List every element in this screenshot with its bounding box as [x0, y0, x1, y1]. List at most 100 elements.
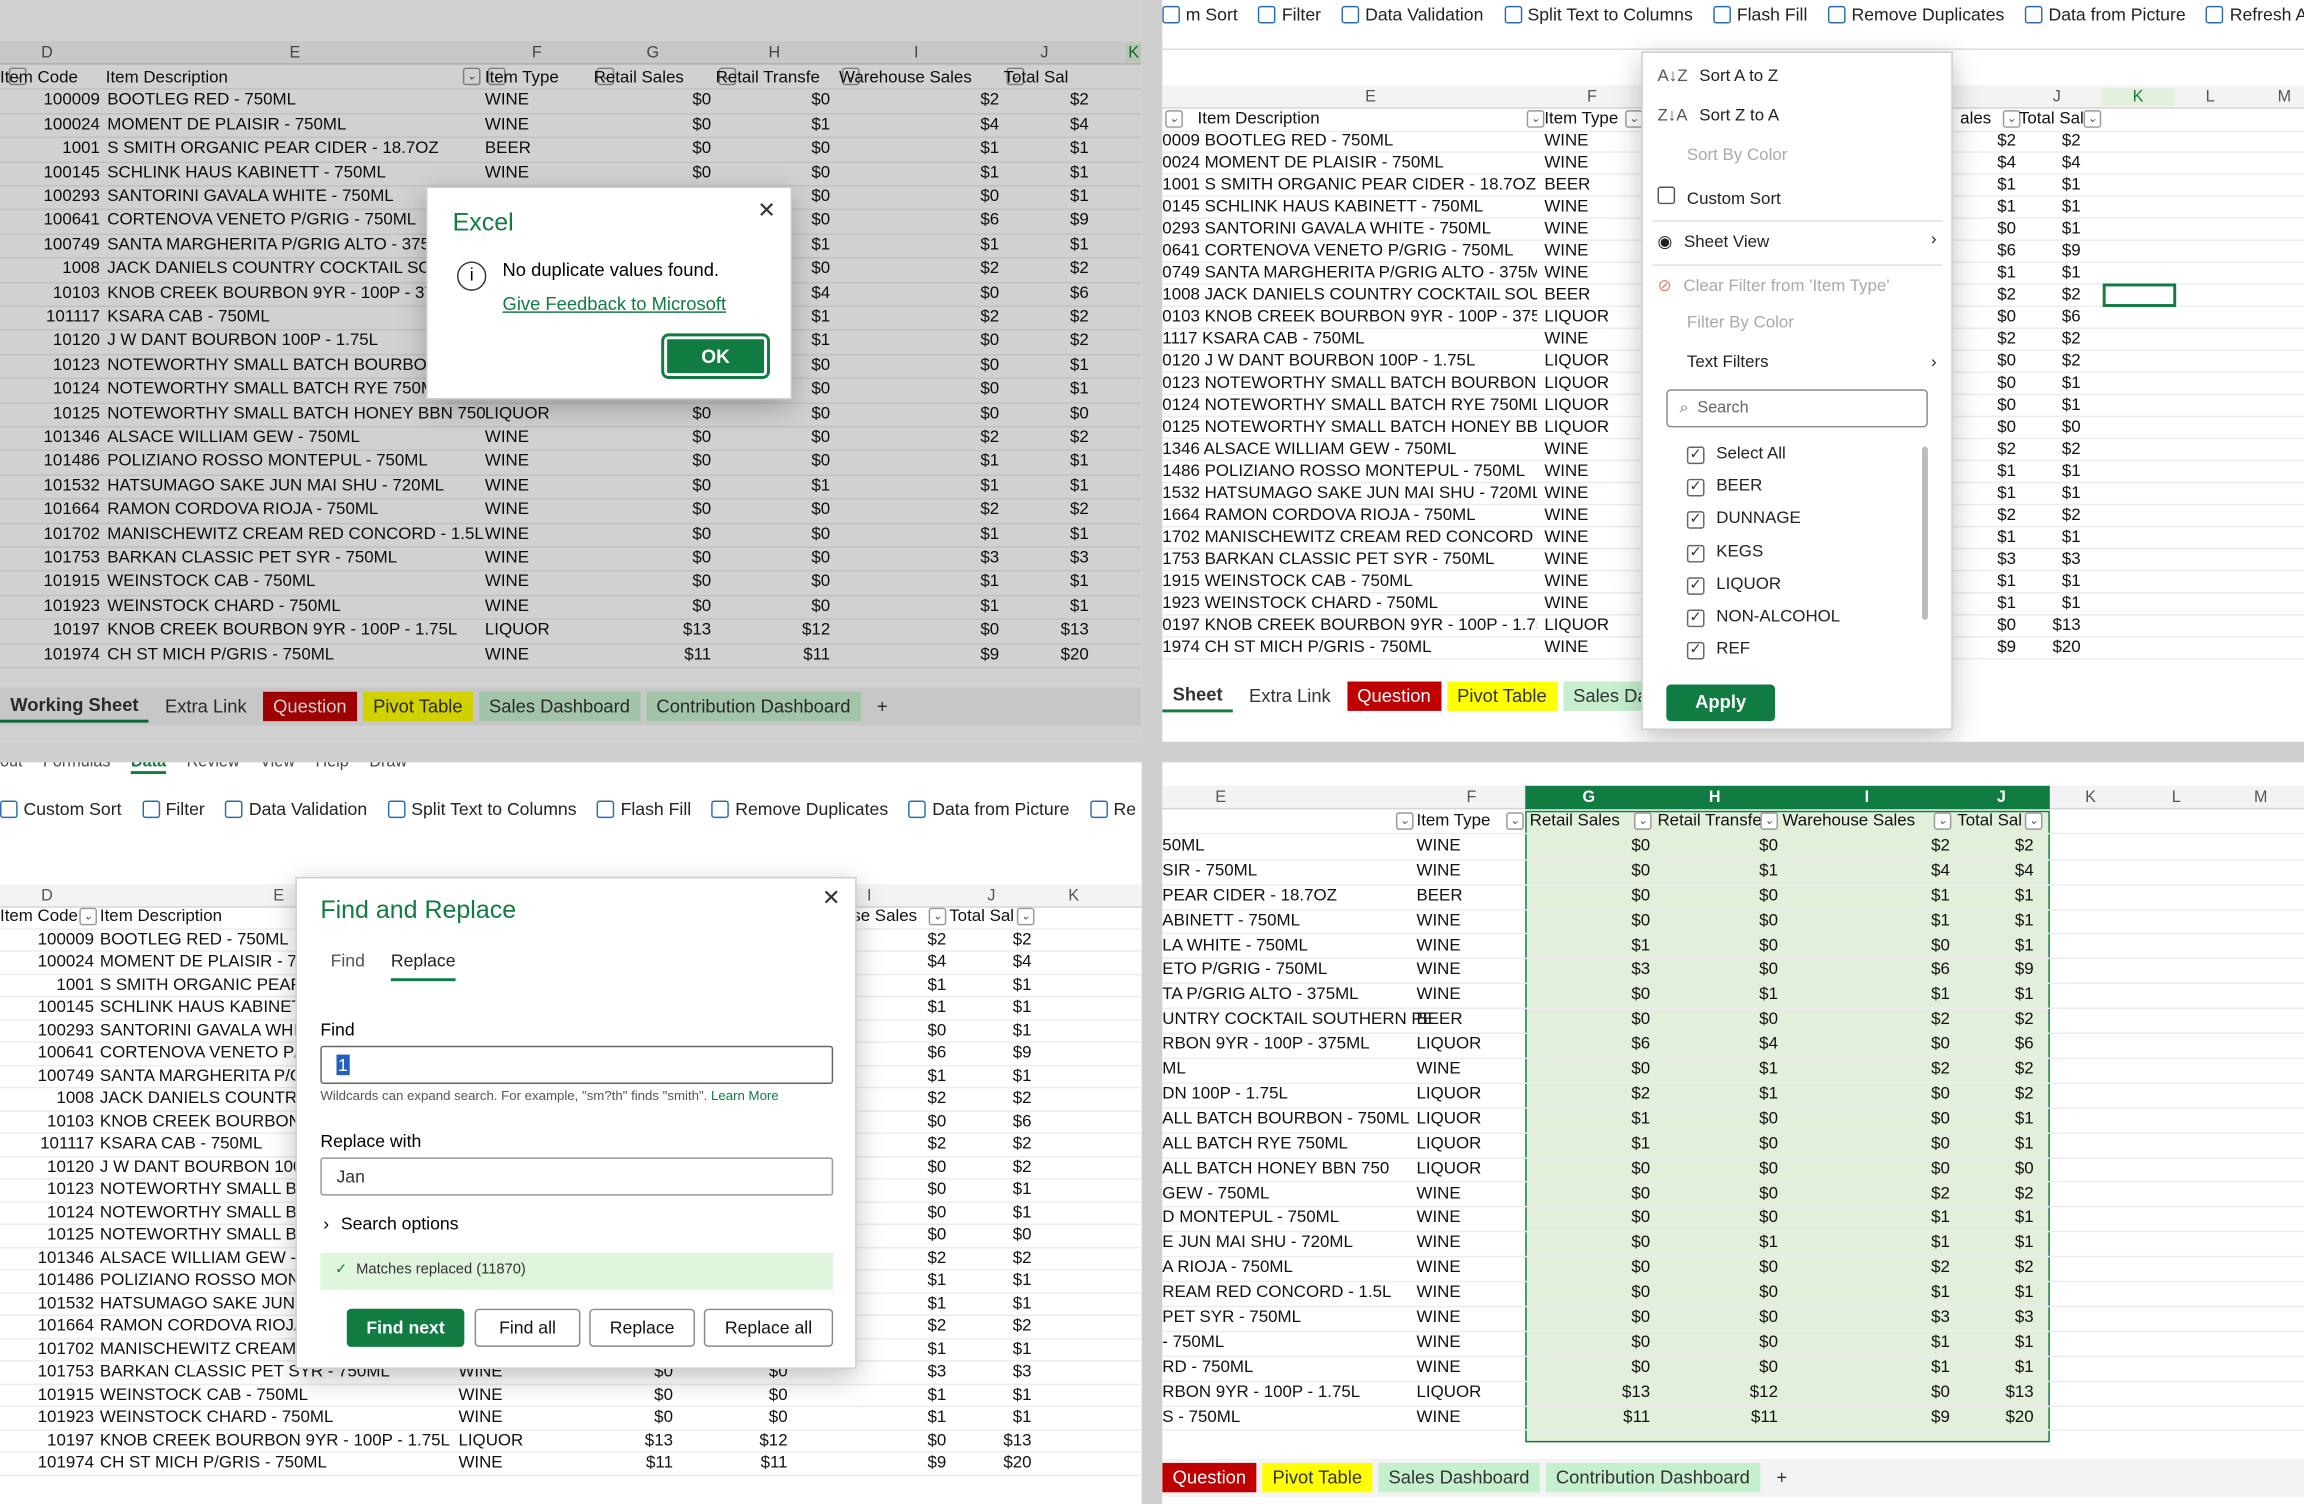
- cell[interactable]: $1: [2019, 176, 2081, 194]
- cell[interactable]: $1: [1960, 529, 2016, 547]
- cell[interactable]: $11: [1657, 1408, 1778, 1426]
- cell[interactable]: BEER: [1544, 176, 1590, 194]
- cell[interactable]: 100749: [0, 236, 100, 254]
- cell[interactable]: $1: [716, 477, 830, 495]
- cell[interactable]: WINE: [1417, 912, 1461, 930]
- cell[interactable]: $1: [1782, 1209, 1950, 1227]
- cell[interactable]: $13: [949, 1431, 1031, 1449]
- cell[interactable]: $1: [1960, 176, 2016, 194]
- cell[interactable]: 100641: [0, 1044, 94, 1062]
- cell[interactable]: $0: [716, 140, 830, 158]
- cell[interactable]: $0: [1530, 837, 1650, 855]
- search-options-toggle[interactable]: › Search options: [323, 1213, 458, 1234]
- cell[interactable]: $20: [2019, 639, 2080, 657]
- cell[interactable]: $3: [1957, 1309, 2034, 1327]
- cell[interactable]: 0024 MOMENT DE PLAISIR - 750ML: [1162, 154, 1537, 172]
- replace-input[interactable]: Jan: [320, 1157, 834, 1196]
- cell[interactable]: $2: [839, 501, 999, 519]
- cell[interactable]: 101664: [0, 1318, 94, 1336]
- sheet-tab[interactable]: +: [1766, 1463, 1797, 1492]
- header-warehouse-sales[interactable]: Warehouse Sales ⌄: [839, 67, 972, 87]
- cell[interactable]: $2: [1782, 1011, 1950, 1029]
- cell[interactable]: 100293: [0, 188, 100, 206]
- ribbon-button[interactable]: Filter: [142, 799, 205, 820]
- cell[interactable]: WINE: [1417, 1334, 1461, 1352]
- sheet-tab[interactable]: Sales Dashboard: [478, 691, 641, 722]
- cell[interactable]: 1117 KSARA CAB - 750ML: [1162, 330, 1537, 348]
- cell[interactable]: $6: [867, 1044, 946, 1062]
- cell[interactable]: 0125 NOTEWORTHY SMALL BATCH HONEY BBN 75…: [1162, 419, 1537, 437]
- cell[interactable]: $2: [1782, 1060, 1950, 1078]
- cell[interactable]: $1: [949, 1295, 1032, 1313]
- cell[interactable]: WINE: [1417, 1060, 1461, 1078]
- cell[interactable]: $2: [1957, 1060, 2034, 1078]
- cell[interactable]: $1: [1782, 986, 1950, 1004]
- cell[interactable]: WINE: [1544, 154, 1588, 172]
- cell[interactable]: WINE: [1417, 837, 1461, 855]
- cell[interactable]: LA WHITE - 750ML: [1162, 936, 1308, 954]
- cell[interactable]: $6: [949, 1113, 1032, 1131]
- cell[interactable]: WINE: [1417, 936, 1461, 954]
- cell[interactable]: $0: [1657, 1284, 1778, 1302]
- cell[interactable]: $0: [588, 1386, 673, 1404]
- cell[interactable]: $0: [1657, 1135, 1778, 1153]
- cell[interactable]: ALSACE WILLIAM GEW - 750ML: [107, 429, 360, 447]
- cell[interactable]: $2: [2019, 330, 2081, 348]
- cell[interactable]: $1: [2019, 595, 2081, 613]
- cell[interactable]: WEINSTOCK CAB - 750ML: [107, 573, 315, 591]
- cell[interactable]: BEER: [485, 140, 531, 158]
- cell[interactable]: 1001: [0, 140, 100, 158]
- cell[interactable]: REAM RED CONCORD - 1.5L: [1162, 1284, 1391, 1302]
- cell[interactable]: $13: [1957, 1383, 2033, 1401]
- cell[interactable]: $0: [1530, 1334, 1650, 1352]
- learn-more-link[interactable]: Learn More: [711, 1088, 779, 1103]
- cell[interactable]: LIQUOR: [1417, 1160, 1482, 1178]
- cell[interactable]: $0: [1960, 397, 2016, 415]
- cell[interactable]: 0123 NOTEWORTHY SMALL BATCH BOURBON - 75…: [1162, 375, 1537, 393]
- cell[interactable]: $3: [1530, 961, 1650, 979]
- cell[interactable]: 100749: [0, 1067, 94, 1085]
- cell[interactable]: $1: [1530, 1135, 1650, 1153]
- cell[interactable]: - 750ML: [1162, 1334, 1224, 1352]
- cell[interactable]: $9: [1782, 1408, 1950, 1426]
- cell[interactable]: $2: [867, 930, 946, 948]
- cell[interactable]: $13: [1004, 622, 1089, 640]
- ribbon-tab[interactable]: Help: [316, 762, 349, 774]
- active-cell[interactable]: [2102, 283, 2177, 307]
- cell[interactable]: 1664 RAMON CORDOVA RIOJA - 750ML: [1162, 507, 1537, 525]
- cell[interactable]: $1: [1004, 598, 1089, 616]
- cell[interactable]: $0: [1530, 1011, 1650, 1029]
- cell[interactable]: $9: [1960, 639, 2016, 657]
- cell[interactable]: $2: [949, 930, 1032, 948]
- cell[interactable]: $2: [1530, 1085, 1650, 1103]
- cell[interactable]: $0: [839, 622, 999, 640]
- cell[interactable]: $1: [1957, 1209, 2034, 1227]
- cell[interactable]: $0: [867, 1226, 946, 1244]
- cell[interactable]: $3: [839, 549, 999, 567]
- cell[interactable]: 0145 SCHLINK HAUS KABINETT - 750ML: [1162, 198, 1537, 216]
- cell[interactable]: $11: [716, 646, 830, 664]
- cell[interactable]: WINE: [1417, 961, 1461, 979]
- cell[interactable]: $1: [1957, 1234, 2034, 1252]
- cell[interactable]: $4: [839, 116, 999, 134]
- cell[interactable]: WINE: [1544, 441, 1588, 459]
- cell[interactable]: $1: [2019, 463, 2081, 481]
- cell[interactable]: $0: [594, 549, 711, 567]
- cell[interactable]: 50ML: [1162, 837, 1204, 855]
- cell[interactable]: $0: [1530, 1259, 1650, 1277]
- cell[interactable]: $0: [1960, 419, 2016, 437]
- cell[interactable]: $0: [594, 573, 711, 591]
- cell[interactable]: LIQUOR: [1544, 375, 1609, 393]
- cell[interactable]: $0: [588, 1409, 673, 1427]
- cell[interactable]: $2: [1782, 1259, 1950, 1277]
- cell[interactable]: $1: [839, 525, 999, 543]
- cell[interactable]: $2: [839, 92, 999, 110]
- cell[interactable]: $13: [588, 1431, 673, 1449]
- sheet-tab[interactable]: Contribution Dashboard: [1545, 1462, 1761, 1493]
- cell[interactable]: $0: [716, 501, 830, 519]
- cell[interactable]: $0: [867, 1022, 946, 1040]
- cell[interactable]: $1: [867, 1409, 946, 1427]
- cell[interactable]: 101486: [0, 1272, 94, 1290]
- checkbox[interactable]: ✓: [1686, 479, 1705, 497]
- cell[interactable]: $3: [949, 1363, 1032, 1381]
